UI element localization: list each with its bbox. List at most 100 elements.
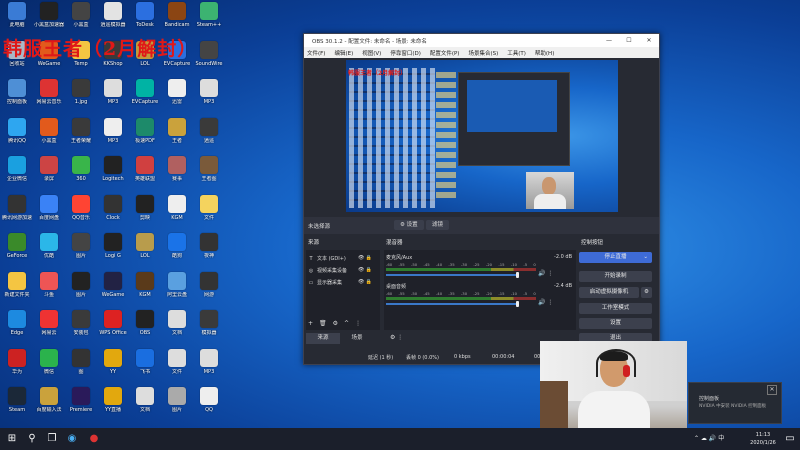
desktop-icon[interactable]: Edge [2,310,32,344]
properties-button[interactable]: ⚙ 设置 [394,220,424,230]
source-item[interactable]: ▭ 显示器采集 👁 🔒 [308,279,373,286]
speaker-icon[interactable]: 🔊 ⋮ [538,299,553,306]
menu-docks[interactable]: 停靠窗口(D) [390,49,421,57]
desktop-icon[interactable]: 百度输入法 [34,387,64,421]
desktop-icon[interactable]: ToDesk [130,2,160,36]
visibility-icon[interactable]: 👁 🔒 [358,267,372,273]
studio-mode-button[interactable]: 工作室模式 [579,303,652,314]
notification-toast[interactable]: ✕ 控制面板 NVIDIA 中安装 NVIDIA 控制面板 [688,382,782,424]
menu-help[interactable]: 帮助(H) [535,49,554,57]
source-item[interactable]: ◎ 视频采集设备 👁 🔒 [308,267,372,274]
desktop-icon[interactable]: Bandicam [162,2,192,36]
stop-streaming-button[interactable]: 停止直播 ⌄ [579,252,652,263]
desktop-icon[interactable]: QQ [194,387,224,421]
desktop-icon[interactable]: 微信 [34,348,64,383]
desktop-icon[interactable]: YY [98,348,128,383]
menu-view[interactable]: 视图(V) [362,49,381,57]
speaker-icon[interactable]: 🔊 ⋮ [538,270,553,277]
desktop-icon[interactable]: 企业微信 [2,156,32,190]
source-item[interactable]: T 文本 (GDI+) 👁 🔒 [308,255,372,262]
start-recording-button[interactable]: 开始录制 [579,271,652,282]
close-button[interactable]: ✕ [639,37,659,44]
desktop-icon[interactable]: 华为 [2,348,32,383]
desktop-icon[interactable]: QQ音乐 [66,194,96,229]
desktop-icon[interactable]: 录屏 [34,156,64,190]
desktop-icon[interactable]: 图片 [162,387,192,421]
task-view-icon[interactable]: ❐ [44,431,60,447]
volume-slider[interactable] [386,303,518,305]
desktop-icon[interactable]: OBS [130,310,160,344]
desktop-icon[interactable]: 腾讯QQ [2,117,32,152]
desktop-icon[interactable]: 赛事 [162,156,192,190]
settings-button[interactable]: 设置 [579,318,652,329]
desktop-icon[interactable]: 网游 [194,271,224,306]
desktop-icon[interactable]: 剪映 [130,194,160,229]
menu-edit[interactable]: 编辑(E) [334,49,353,57]
desktop-icon[interactable]: 优酷 [34,233,64,267]
desktop-icon[interactable]: 极速PDF [130,117,160,152]
filters-button[interactable]: 滤镜 [426,220,450,230]
desktop-icon[interactable]: 夜神 [194,233,224,267]
desktop-icon[interactable]: 百度网盘 [34,194,64,229]
gear-icon[interactable]: ⚙ [333,320,344,327]
desktop-icon[interactable]: SoundWire [194,40,224,75]
menu-scene-collection[interactable]: 场景集合(S) [468,49,498,57]
desktop-icon[interactable]: 小黑盒 [34,117,64,152]
desktop-icon[interactable]: 安装包 [66,310,96,344]
desktop-icon[interactable]: YY直播 [98,387,128,421]
volume-slider[interactable] [386,274,518,276]
desktop-icon[interactable]: 360 [66,156,96,190]
desktop-icon[interactable]: KGM [130,271,160,306]
notifications-icon[interactable]: ▭ [782,431,798,447]
volume-knob[interactable] [516,272,519,278]
menu-tools[interactable]: 工具(T) [507,49,526,57]
desktop-icon[interactable]: KGM [162,194,192,229]
desktop-icon[interactable]: Clock [98,194,128,229]
desktop-icon[interactable]: 腾讯网游加速器 [2,194,32,229]
desktop-icon[interactable]: 迅雷 [162,79,192,113]
more-icon[interactable]: ⋮ [355,320,367,327]
volume-knob[interactable] [516,301,519,307]
windows-start-icon[interactable]: ⊞ [4,431,20,447]
desktop-icon[interactable]: Logi G [98,233,128,267]
tray-icons[interactable]: ⌃ ☁ 🔊 中 [694,428,724,450]
desktop-icon[interactable]: 逍遥模拟器 [98,2,128,36]
desktop-icon[interactable]: 图片 [66,271,96,306]
visibility-icon[interactable]: 👁 🔒 [358,255,372,261]
desktop-icon[interactable]: WPS Office [98,310,128,344]
menu-file[interactable]: 文件(F) [307,49,325,57]
desktop-icon[interactable]: 小黑盒加速器 [34,2,64,36]
virtual-camera-settings-icon[interactable]: ⚙ [641,287,652,298]
desktop-icon[interactable]: 小黑盒 [66,2,96,36]
chevron-down-icon[interactable]: ⌄ [643,252,648,263]
desktop-icon[interactable]: 控制面板 [2,79,32,113]
desktop-icon[interactable]: MP3 [98,79,128,113]
desktop-icon[interactable]: 图 [66,348,96,383]
desktop-icon[interactable]: GeForce [2,233,32,267]
desktop-icon[interactable]: 1.jpg [66,79,96,113]
desktop-icon[interactable]: Steam [2,387,32,421]
menu-profile[interactable]: 配置文件(P) [430,49,460,57]
clock[interactable]: 11:13 2020/1/26 [748,431,778,447]
desktop-icon[interactable]: MP3 [194,348,224,383]
desktop-icon[interactable]: 英雄联盟 [130,156,160,190]
desktop-icon[interactable]: 王者 [162,117,192,152]
desktop-icon[interactable]: 新建文件夹 [2,271,32,306]
desktop-icon[interactable]: 文件 [194,194,224,229]
maximize-button[interactable]: ☐ [619,37,639,44]
delete-icon[interactable]: 🗑 [319,320,333,327]
desktop-icon[interactable]: 模拟器 [194,310,224,344]
source-actions[interactable]: +🗑⚙^⋮ [308,320,367,327]
obs-taskbar-icon[interactable]: ● [86,431,102,447]
desktop-icon[interactable]: 王者荣耀 [66,117,96,152]
desktop-icon[interactable]: MP3 [194,79,224,113]
desktop-icon[interactable]: 文档 [130,387,160,421]
desktop-icon[interactable]: LOL [130,233,160,267]
desktop-icon[interactable]: EVCapture [130,79,160,113]
tab-scenes[interactable]: 场景 [340,333,374,344]
minimize-button[interactable]: — [599,37,619,44]
search-icon[interactable]: ⚲ [24,431,40,447]
desktop-icon[interactable]: 文件 [162,348,192,383]
desktop-icon[interactable]: 此电脑 [2,2,32,36]
close-icon[interactable]: ✕ [767,385,777,395]
